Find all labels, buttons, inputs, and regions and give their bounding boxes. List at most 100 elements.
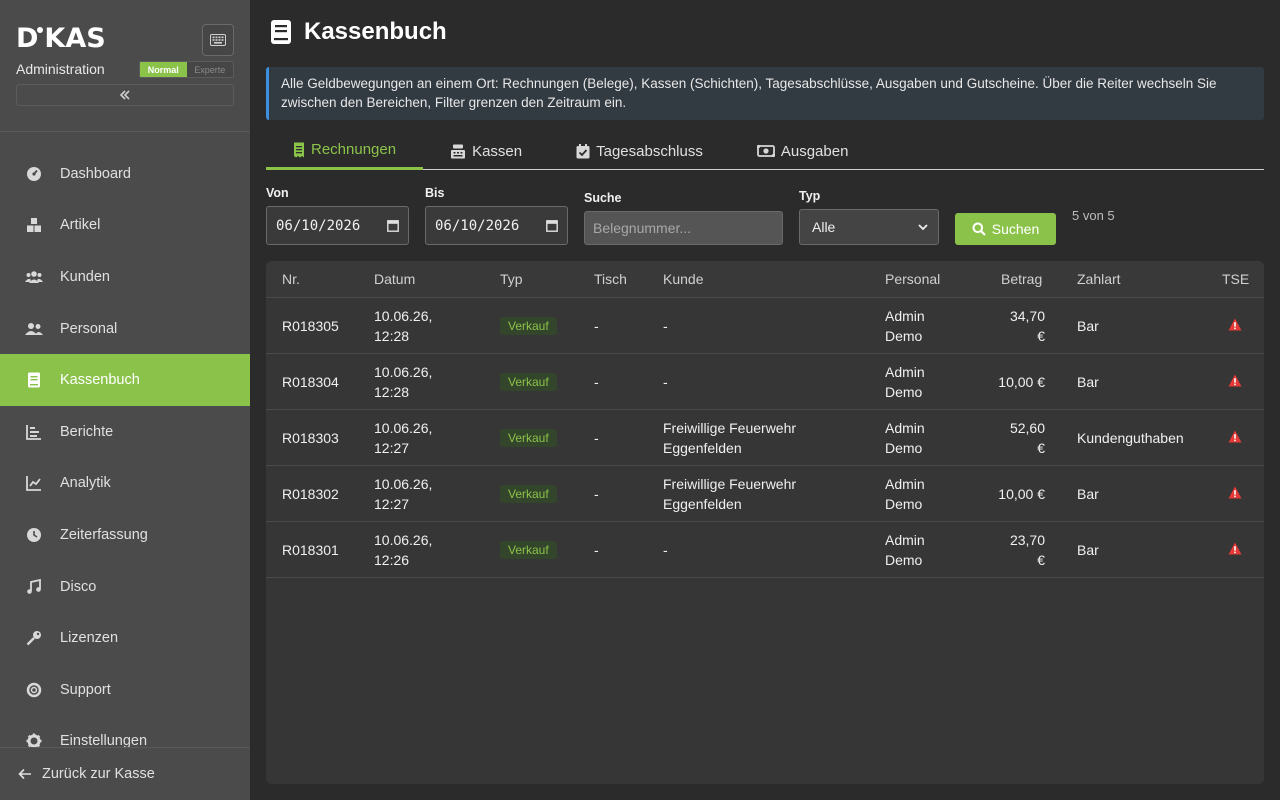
sidebar-nav: Dashboard Artikel Kunden Personal Kassen… xyxy=(0,148,250,747)
cell-datum-time: 12:26 xyxy=(374,552,410,568)
type-badge: Verkauf xyxy=(500,429,557,447)
sidebar-item-kassenbuch[interactable]: Kassenbuch xyxy=(0,354,250,406)
column-header-kunde[interactable]: Kunde xyxy=(663,271,703,287)
search-input[interactable]: Belegnummer... xyxy=(584,211,783,245)
user-group-icon xyxy=(24,319,44,339)
cell-betrag-currency: € xyxy=(1037,552,1045,568)
sidebar-item-label: Support xyxy=(60,681,111,698)
collapse-sidebar-button[interactable] xyxy=(16,84,234,106)
sidebar-item-zeiterfassung[interactable]: Zeiterfassung xyxy=(0,509,250,561)
sidebar-item-berichte[interactable]: Berichte xyxy=(0,406,250,458)
table-row[interactable]: R018303 10.06.26, 12:27 Verkauf - Freiwi… xyxy=(266,410,1264,466)
sidebar-item-einstellungen[interactable]: Einstellungen xyxy=(0,716,250,747)
mode-normal-option[interactable]: Normal xyxy=(140,62,187,77)
sidebar-item-label: Zeiterfassung xyxy=(60,526,148,543)
lifebuoy-icon xyxy=(24,680,44,700)
sidebar-subtitle: Administration xyxy=(16,61,105,77)
receipts-table: Nr. Datum Typ Tisch Kunde Personal Betra… xyxy=(266,261,1264,784)
sidebar-item-analytik[interactable]: Analytik xyxy=(0,458,250,510)
keyboard-button[interactable] xyxy=(202,24,234,56)
warning-icon xyxy=(1228,318,1242,331)
cell-nr: R018301 xyxy=(282,542,339,558)
sidebar-item-personal[interactable]: Personal xyxy=(0,303,250,355)
search-button[interactable]: Suchen xyxy=(955,213,1056,245)
type-select-value: Alle xyxy=(812,219,836,235)
column-header-nr[interactable]: Nr. xyxy=(282,271,300,287)
logo: D KAS xyxy=(16,23,106,54)
cell-kunde: Freiwillige Feuerwehr xyxy=(663,476,797,492)
column-header-datum[interactable]: Datum xyxy=(374,271,415,287)
column-header-tse[interactable]: TSE xyxy=(1222,271,1249,287)
sidebar-item-label: Personal xyxy=(60,320,118,337)
column-header-typ[interactable]: Typ xyxy=(500,271,523,287)
type-label: Typ xyxy=(799,189,821,203)
keyboard-icon xyxy=(210,34,226,46)
column-header-tisch[interactable]: Tisch xyxy=(594,271,627,287)
table-row[interactable]: R018305 10.06.26, 12:28 Verkauf - - Admi… xyxy=(266,298,1264,354)
back-to-register-link[interactable]: Zurück zur Kasse xyxy=(0,747,250,800)
table-row[interactable]: R018304 10.06.26, 12:28 Verkauf - - Admi… xyxy=(266,354,1264,410)
cell-betrag: 10,00 € xyxy=(998,486,1045,502)
cell-tisch: - xyxy=(594,486,599,502)
back-link-label: Zurück zur Kasse xyxy=(42,766,155,782)
mode-expert-option[interactable]: Experte xyxy=(186,62,233,77)
sidebar-item-label: Kassenbuch xyxy=(60,372,140,389)
to-date-input[interactable]: 06/10/2026 xyxy=(425,206,568,245)
to-label: Bis xyxy=(425,186,445,200)
warning-icon xyxy=(1228,374,1242,387)
cell-datum-time: 12:28 xyxy=(374,328,410,344)
tab-tagesabschluss[interactable]: Tagesabschluss xyxy=(549,132,730,170)
mode-toggle[interactable]: Normal Experte xyxy=(139,61,234,78)
sidebar-item-label: Berichte xyxy=(60,423,114,440)
sidebar-item-support[interactable]: Support xyxy=(0,664,250,716)
sidebar-item-lizenzen[interactable]: Lizenzen xyxy=(0,612,250,664)
page-title-text: Kassenbuch xyxy=(304,18,447,45)
sidebar-item-disco[interactable]: Disco xyxy=(0,561,250,613)
cell-betrag-currency: € xyxy=(1037,440,1045,456)
tab-bar: Rechnungen Kassen Tagesabschluss Ausgabe… xyxy=(266,132,1264,170)
key-icon xyxy=(24,628,44,648)
boxes-icon xyxy=(24,215,44,235)
tab-label: Rechnungen xyxy=(311,141,397,158)
column-header-betrag[interactable]: Betrag xyxy=(1001,271,1042,287)
cell-personal-first: Admin xyxy=(885,364,925,380)
cell-kunde-line2: Eggenfelden xyxy=(663,496,742,512)
sidebar-item-label: Disco xyxy=(60,578,97,595)
money-bill-icon xyxy=(756,144,775,158)
music-icon xyxy=(24,577,44,597)
cell-datum-date: 10.06.26, xyxy=(374,308,433,324)
sidebar-item-label: Artikel xyxy=(60,217,101,234)
tab-rechnungen[interactable]: Rechnungen xyxy=(266,132,424,170)
search-label: Suche xyxy=(584,191,622,205)
table-row[interactable]: R018302 10.06.26, 12:27 Verkauf - Freiwi… xyxy=(266,466,1264,522)
arrow-left-icon xyxy=(18,768,32,780)
double-chevron-left-icon xyxy=(119,90,130,100)
tab-ausgaben[interactable]: Ausgaben xyxy=(730,132,876,170)
warning-icon xyxy=(1228,486,1242,499)
table-row[interactable]: R018301 10.06.26, 12:26 Verkauf - - Admi… xyxy=(266,522,1264,578)
bar-chart-icon xyxy=(24,422,44,442)
from-date-input[interactable]: 06/10/2026 xyxy=(266,206,409,245)
cell-personal-last: Demo xyxy=(885,328,923,344)
tab-label: Kassen xyxy=(472,142,523,160)
cell-kunde: - xyxy=(663,542,668,558)
cell-betrag-currency: € xyxy=(1037,328,1045,344)
tab-kassen[interactable]: Kassen xyxy=(423,132,549,170)
cell-personal-last: Demo xyxy=(885,440,923,456)
sidebar-item-artikel[interactable]: Artikel xyxy=(0,200,250,252)
tab-label: Tagesabschluss xyxy=(596,142,703,160)
column-header-zahlart[interactable]: Zahlart xyxy=(1077,271,1121,287)
type-select[interactable]: Alle xyxy=(799,209,939,245)
calendar-check-icon xyxy=(576,143,590,158)
page-title: Kassenbuch xyxy=(270,18,447,46)
sidebar-item-label: Einstellungen xyxy=(60,733,148,747)
cell-nr: R018302 xyxy=(282,486,339,502)
cell-personal-first: Admin xyxy=(885,420,925,436)
cell-personal-first: Admin xyxy=(885,308,925,324)
sidebar-item-dashboard[interactable]: Dashboard xyxy=(0,148,250,200)
column-header-personal[interactable]: Personal xyxy=(885,271,940,287)
from-label: Von xyxy=(266,186,289,200)
receipt-icon xyxy=(294,142,304,157)
sidebar-item-kunden[interactable]: Kunden xyxy=(0,251,250,303)
cell-personal-first: Admin xyxy=(885,476,925,492)
